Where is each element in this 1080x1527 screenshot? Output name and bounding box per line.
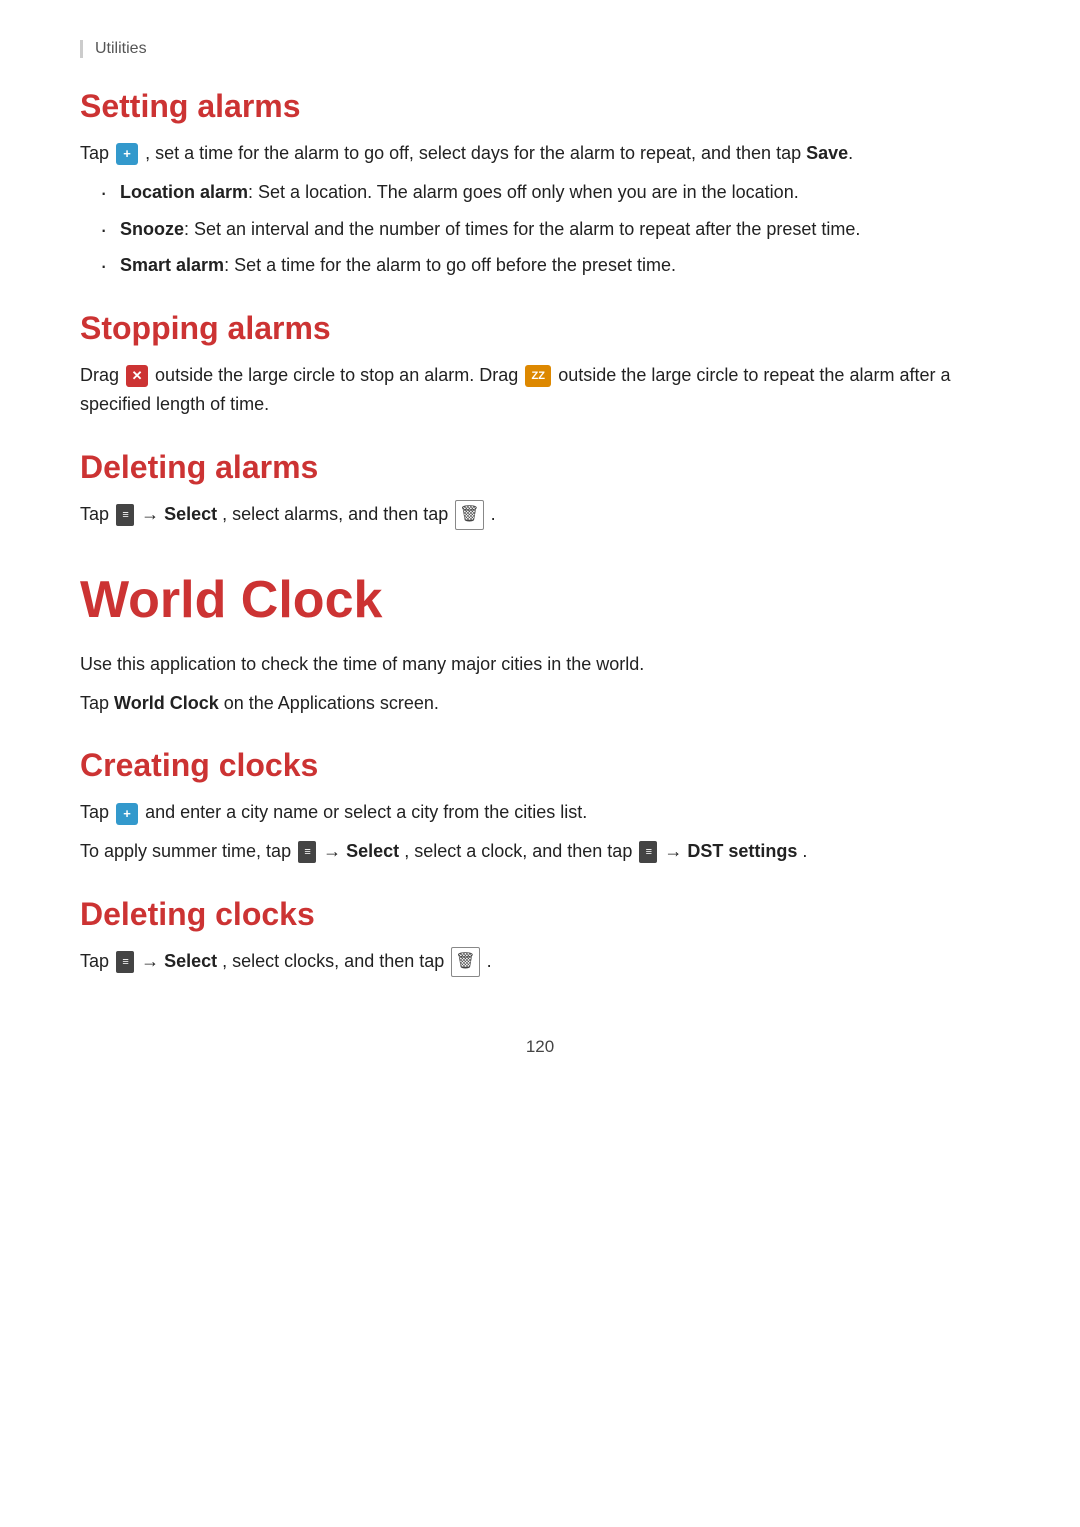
world-clock-desc1: Use this application to check the time o… <box>80 650 1000 679</box>
intro-mid-text: , set a time for the alarm to go off, se… <box>145 143 801 163</box>
clock-text: , select a clock, and then tap <box>404 841 632 861</box>
deleting-clocks-section: Deleting clocks Tap ≡ → Select , select … <box>80 896 1000 977</box>
dst-bold: DST settings <box>687 841 797 861</box>
setting-alarms-heading: Setting alarms <box>80 88 1000 125</box>
arrow3: → <box>664 841 687 861</box>
term-smart: Smart alarm <box>120 255 224 275</box>
page-number: 120 <box>80 1037 1000 1057</box>
end-text: . <box>491 504 496 524</box>
creating-clocks-text2: To apply summer time, tap ≡ → Select , s… <box>80 837 1000 866</box>
arrow2: → <box>323 841 346 861</box>
end-period: . <box>802 841 807 861</box>
deleting-clocks-text: Tap ≡ → Select , select clocks, and then… <box>80 947 1000 977</box>
term-location: Location alarm <box>120 182 248 202</box>
creating-clocks-heading: Creating clocks <box>80 747 1000 784</box>
setting-alarms-list: Location alarm: Set a location. The alar… <box>100 178 1000 280</box>
zz-icon: ZZ <box>525 365 551 387</box>
stop-text: outside the large circle to stop an alar… <box>155 365 518 385</box>
save-bold: Save <box>806 143 848 163</box>
select-bold: Select <box>164 504 217 524</box>
utilities-text: Utilities <box>95 40 147 57</box>
setting-alarms-intro: Tap + , set a time for the alarm to go o… <box>80 139 1000 168</box>
intro-text: Tap <box>80 143 109 163</box>
world-clock-heading: World Clock <box>80 570 1000 630</box>
menu-icon-2: ≡ <box>298 841 316 863</box>
trash-icon-2: 🗑 <box>451 947 479 977</box>
plus-icon: + <box>116 143 138 165</box>
list-item: Snooze: Set an interval and the number o… <box>100 215 1000 244</box>
menu-icon: ≡ <box>116 504 134 526</box>
city-text: and enter a city name or select a city f… <box>145 802 587 822</box>
desc-location: : Set a location. The alarm goes off onl… <box>248 182 799 202</box>
world-clock-bold: World Clock <box>114 693 219 713</box>
stopping-alarms-section: Stopping alarms Drag ✕ outside the large… <box>80 310 1000 419</box>
summer-text: To apply summer time, tap <box>80 841 291 861</box>
drag-text: Drag <box>80 365 119 385</box>
list-item: Smart alarm: Set a time for the alarm to… <box>100 251 1000 280</box>
breadcrumb: Utilities <box>80 40 1000 58</box>
deleting-alarms-text: Tap ≡ → Select , select alarms, and then… <box>80 500 1000 530</box>
desc-snooze: : Set an interval and the number of time… <box>184 219 860 239</box>
select-alarms-text: , select alarms, and then tap <box>222 504 448 524</box>
menu-icon-3: ≡ <box>639 841 657 863</box>
clocks-mid-text: , select clocks, and then tap <box>222 951 444 971</box>
tap-text-2: Tap <box>80 951 109 971</box>
trash-icon: 🗑 <box>455 500 483 530</box>
plus-icon-2: + <box>116 803 138 825</box>
select-bold-3: Select <box>164 951 217 971</box>
intro-end: . <box>848 143 853 163</box>
menu-icon-4: ≡ <box>116 951 134 973</box>
deleting-alarms-heading: Deleting alarms <box>80 449 1000 486</box>
x-icon: ✕ <box>126 365 148 387</box>
tap-label: Tap <box>80 693 109 713</box>
select-bold-2: Select <box>346 841 399 861</box>
deleting-alarms-section: Deleting alarms Tap ≡ → Select , select … <box>80 449 1000 530</box>
term-snooze: Snooze <box>120 219 184 239</box>
end-text-2: . <box>487 951 492 971</box>
app-screen-text: on the Applications screen. <box>224 693 439 713</box>
list-item: Location alarm: Set a location. The alar… <box>100 178 1000 207</box>
tap-text: Tap <box>80 504 109 524</box>
world-clock-section: World Clock Use this application to chec… <box>80 570 1000 718</box>
stopping-alarms-text: Drag ✕ outside the large circle to stop … <box>80 361 1000 419</box>
setting-alarms-section: Setting alarms Tap + , set a time for th… <box>80 88 1000 280</box>
creating-clocks-text1: Tap + and enter a city name or select a … <box>80 798 1000 827</box>
creating-clocks-section: Creating clocks Tap + and enter a city n… <box>80 747 1000 866</box>
deleting-clocks-heading: Deleting clocks <box>80 896 1000 933</box>
desc-smart: : Set a time for the alarm to go off bef… <box>224 255 676 275</box>
world-clock-desc2: Tap World Clock on the Applications scre… <box>80 689 1000 718</box>
arrow: → <box>141 504 164 524</box>
arrow4: → <box>141 951 164 971</box>
stopping-alarms-heading: Stopping alarms <box>80 310 1000 347</box>
tap-label: Tap <box>80 802 109 822</box>
